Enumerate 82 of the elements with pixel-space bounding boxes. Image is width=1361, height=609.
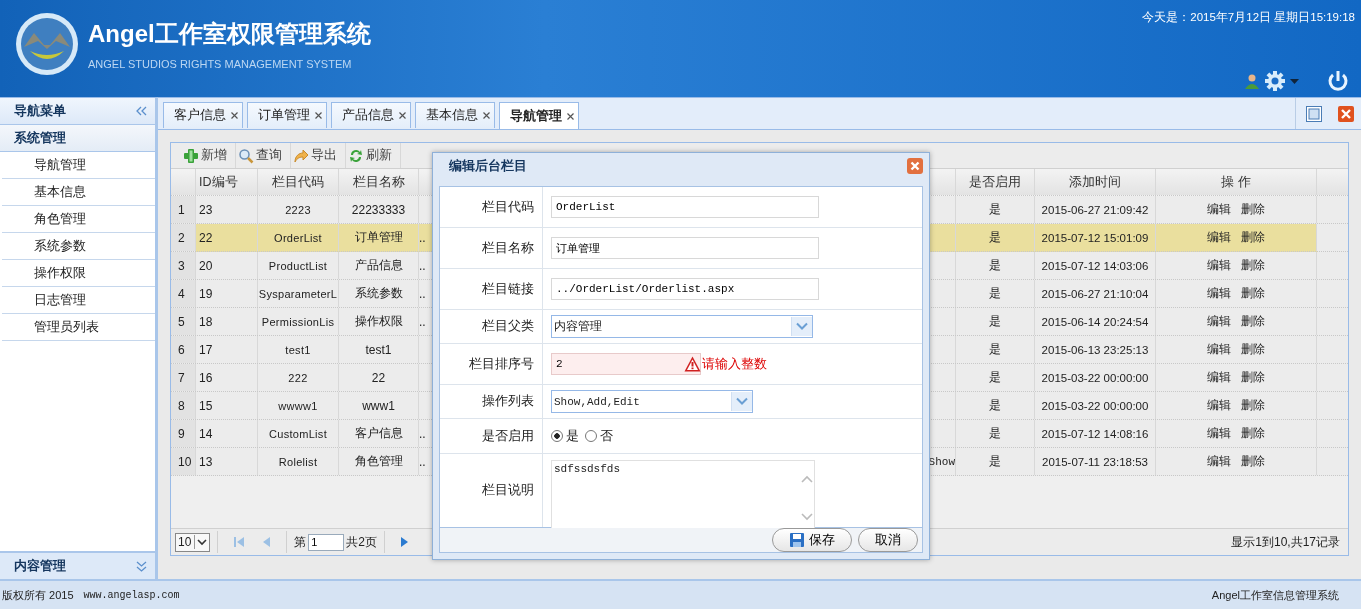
section-title: 系统管理 (14, 129, 66, 147)
table-cell: 是 (956, 336, 1035, 363)
row-number: 5 (171, 308, 196, 335)
table-cell: 13 (196, 448, 258, 475)
field-label: 栏目父类 (440, 310, 543, 343)
website-text: www.angelasp.com (83, 589, 180, 601)
page-count: 共2页 (346, 533, 378, 551)
table-cell: CustomList (258, 420, 339, 447)
date-time: 今天是：2015年7月12日 星期日15:19:18 (1142, 10, 1355, 25)
table-cell: 是 (956, 392, 1035, 419)
field-label: 栏目链接 (440, 269, 543, 309)
field-label: 是否启用 (440, 419, 543, 453)
table-cell: wwww1 (258, 392, 339, 419)
table-cell: 15 (196, 392, 258, 419)
table-cell: 2015-06-27 21:09:42 (1035, 196, 1156, 223)
table-cell: 是 (956, 448, 1035, 475)
row-number: 10 (171, 448, 196, 475)
row-number: 4 (171, 280, 196, 307)
table-cell: 2015-07-12 15:01:09 (1035, 224, 1156, 251)
field-label: 栏目说明 (440, 454, 543, 527)
table-cell: 20 (196, 252, 258, 279)
table-cell: 22 (196, 224, 258, 251)
app-subtitle: ANGEL STUDIOS RIGHTS MANAGEMENT SYSTEM (88, 58, 353, 70)
table-cell: Rolelist (258, 448, 339, 475)
table-cell: 22233333 (339, 196, 419, 223)
table-cell: 2015-06-27 21:10:04 (1035, 280, 1156, 307)
table-cell: 是 (956, 308, 1035, 335)
table-cell: 16 (196, 364, 258, 391)
table-cell: 角色管理 (339, 448, 419, 475)
table-cell: 2015-06-14 20:24:54 (1035, 308, 1156, 335)
table-cell: OrderList (258, 224, 339, 251)
field-label: 栏目排序号 (440, 344, 543, 384)
row-number: 1 (171, 196, 196, 223)
row-number: 8 (171, 392, 196, 419)
row-number: 3 (171, 252, 196, 279)
table-cell: 产品信息 (339, 252, 419, 279)
table-cell: 18 (196, 308, 258, 335)
table-cell: 19 (196, 280, 258, 307)
table-cell: www1 (339, 392, 419, 419)
copyright-text: 版权所有 2015 (2, 587, 74, 603)
dialog-title: 编辑后台栏目 (449, 156, 527, 175)
table-cell: 14 (196, 420, 258, 447)
table-cell: 是 (956, 280, 1035, 307)
table-cell: 2015-07-12 14:03:06 (1035, 252, 1156, 279)
table-cell: 系统参数 (339, 280, 419, 307)
row-number: 6 (171, 336, 196, 363)
table-cell: 17 (196, 336, 258, 363)
table-cell: 2223 (258, 196, 339, 223)
table-cell: PermissionLis (258, 308, 339, 335)
row-number: 9 (171, 420, 196, 447)
table-cell: 23 (196, 196, 258, 223)
field-label: 操作列表 (440, 385, 543, 418)
field-label: 栏目代码 (440, 187, 543, 227)
page-label: 第 (294, 533, 307, 551)
table-cell: ProductList (258, 252, 339, 279)
table-cell: 2015-03-22 00:00:00 (1035, 364, 1156, 391)
table-cell: 是 (956, 364, 1035, 391)
table-cell: 客户信息 (339, 420, 419, 447)
table-cell: 是 (956, 420, 1035, 447)
table-cell: test1 (258, 336, 339, 363)
table-cell: SysparameterL (258, 280, 339, 307)
table-cell: 是 (956, 224, 1035, 251)
app-title: Angel工作室权限管理系统 (88, 19, 371, 49)
table-cell: test1 (339, 336, 419, 363)
field-label: 栏目名称 (440, 228, 543, 268)
row-number: 2 (171, 224, 196, 251)
row-number: 7 (171, 364, 196, 391)
table-cell: 订单管理 (339, 224, 419, 251)
table-cell: 2015-07-12 14:08:16 (1035, 420, 1156, 447)
table-cell: 2015-07-11 23:18:53 (1035, 448, 1156, 475)
table-cell: 操作权限 (339, 308, 419, 335)
product-name: Angel工作室信息管理系统 (1211, 587, 1339, 603)
table-cell: 222 (258, 364, 339, 391)
table-cell: 是 (956, 196, 1035, 223)
table-cell: 2015-06-13 23:25:13 (1035, 336, 1156, 363)
record-summary: 显示1到10,共17记录 (1231, 533, 1341, 551)
error-message: 请输入整数 (702, 355, 767, 373)
section-title: 内容管理 (14, 557, 66, 575)
table-cell: 2015-03-22 00:00:00 (1035, 392, 1156, 419)
sidebar-title: 导航菜单 (14, 102, 66, 120)
table-cell: 22 (339, 364, 419, 391)
table-cell: 是 (956, 252, 1035, 279)
